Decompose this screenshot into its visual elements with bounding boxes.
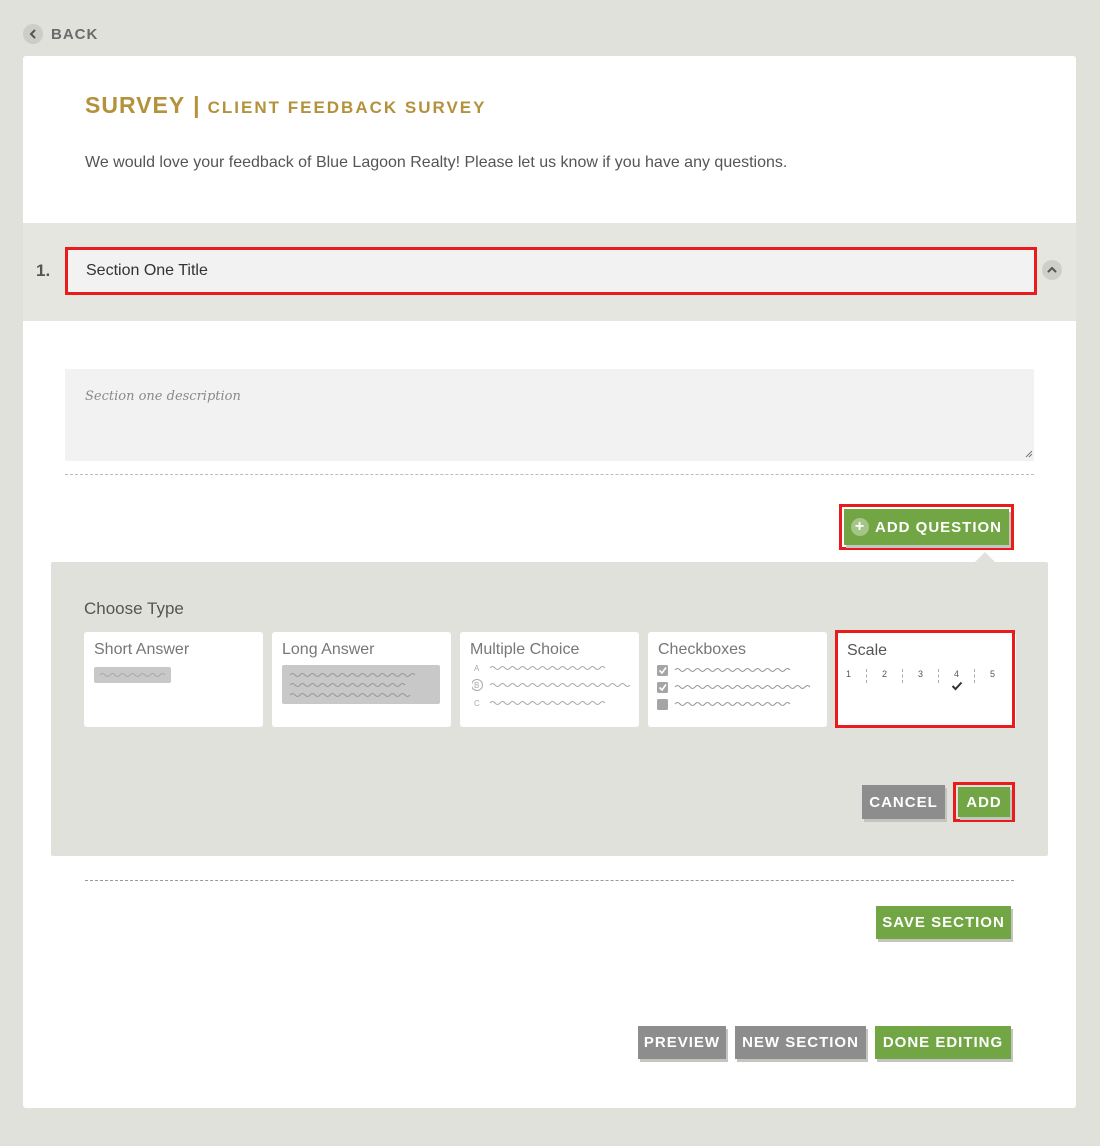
back-label: BACK [51,25,99,43]
short-answer-preview [94,667,171,683]
title-main: SURVEY [85,92,186,118]
section-number: 1. [36,261,51,280]
add-question-button[interactable]: + ADD QUESTION [844,509,1009,545]
section-header: 1. Section One Title [23,223,1076,321]
title-separator: | [193,92,200,118]
plus-icon: + [850,518,869,536]
type-short-answer[interactable]: Short Answer [84,632,263,727]
survey-name: CLIENT FEEDBACK SURVEY [207,98,487,117]
section-description-input[interactable] [65,369,1034,461]
multiple-choice-preview: A B C [472,664,631,708]
add-question-label: ADD QUESTION [874,518,1002,536]
type-multiple-choice[interactable]: Multiple Choice A B C [460,632,639,727]
question-type-panel: Choose Type Short Answer Long Answer Mul… [51,562,1048,856]
option-label: C [474,699,480,708]
add-button[interactable]: ADD [958,787,1010,817]
long-answer-preview [282,665,440,704]
type-label: Short Answer [94,641,190,658]
done-editing-button[interactable]: DONE EDITING [875,1026,1011,1059]
option-label: A [474,664,480,673]
save-section-button[interactable]: SAVE SECTION [876,906,1011,939]
divider [65,474,1034,475]
divider [85,880,1014,881]
type-label: Long Answer [282,641,375,658]
resize-grip-icon[interactable] [1023,448,1033,458]
popover-caret [975,552,995,562]
chevron-left-icon [23,24,43,44]
option-label: B [474,681,479,690]
type-checkboxes[interactable]: Checkboxes [648,632,827,727]
section-title-input[interactable]: Section One Title [65,247,1037,295]
page-title: SURVEY | CLIENT FEEDBACK SURVEY [85,92,487,119]
scale-highlight [835,630,1015,728]
chevron-up-icon[interactable] [1042,260,1062,280]
back-link[interactable]: BACK [23,24,98,44]
new-section-button[interactable]: NEW SECTION [735,1026,866,1059]
cancel-button[interactable]: CANCEL [862,785,945,819]
survey-description: We would love your feedback of Blue Lago… [85,154,788,171]
survey-editor-card: SURVEY | CLIENT FEEDBACK SURVEY We would… [23,56,1076,1108]
checkboxes-preview [657,665,811,710]
preview-button[interactable]: PREVIEW [638,1026,726,1059]
type-label: Multiple Choice [470,641,580,658]
type-long-answer[interactable]: Long Answer [272,632,451,727]
type-label: Checkboxes [658,641,747,658]
choose-type-heading: Choose Type [84,599,184,618]
